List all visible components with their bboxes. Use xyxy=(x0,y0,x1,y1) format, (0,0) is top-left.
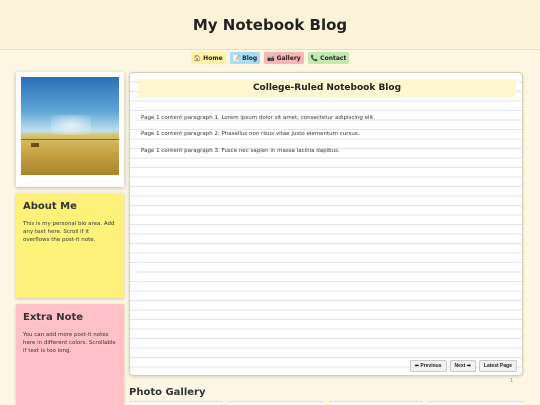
gallery-strip xyxy=(129,401,523,405)
about-me-note[interactable]: About Me This is my personal bio area. A… xyxy=(16,193,124,298)
site-header: My Notebook Blog xyxy=(0,0,540,50)
next-page-button[interactable]: Next ➡ xyxy=(449,360,476,372)
site-title: My Notebook Blog xyxy=(192,16,348,34)
notebook-paragraph: Page 1 content paragraph 3. Fusce nec sa… xyxy=(141,148,340,154)
photo-horizon xyxy=(21,139,119,140)
profile-photo xyxy=(21,77,119,175)
nav-blog-label: Blog xyxy=(242,54,258,62)
gallery-thumb[interactable] xyxy=(229,401,323,405)
notebook-page[interactable]: College-Ruled Notebook Blog ‿ Page 1 con… xyxy=(129,72,523,376)
nav-home-label: Home xyxy=(203,54,223,62)
gallery-thumb[interactable] xyxy=(329,401,423,405)
phone-icon: 📞 xyxy=(310,54,319,62)
memo-icon: 📝 xyxy=(232,54,241,62)
gallery-heading: Photo Gallery xyxy=(129,387,206,398)
nav-blog-link[interactable]: 📝 Blog xyxy=(229,52,261,64)
nav-contact-label: Contact xyxy=(320,54,347,62)
notebook-paragraph: Page 1 content paragraph 1. Lorem ipsum … xyxy=(141,115,375,121)
photo-tractor xyxy=(31,143,39,147)
latest-page-button[interactable]: Latest Page xyxy=(478,360,517,372)
nav-contact-link[interactable]: 📞 Contact xyxy=(307,52,350,64)
extra-note[interactable]: Extra Note You can add more post-it note… xyxy=(16,304,124,405)
nav-gallery-link[interactable]: 📷 Gallery xyxy=(264,52,304,64)
page-number: 1 xyxy=(510,378,514,384)
main-nav: 🏠 Home 📝 Blog 📷 Gallery 📞 Contact xyxy=(0,52,540,66)
margin-mark: ‿ xyxy=(139,103,143,108)
home-icon: 🏠 xyxy=(193,54,202,62)
photo-sun-glow xyxy=(51,115,91,135)
notebook-paragraph: Page 1 content paragraph 2. Phasellus no… xyxy=(141,131,360,137)
pagination: ⬅ Previous Next ➡ Latest Page xyxy=(409,360,517,372)
previous-page-button[interactable]: ⬅ Previous xyxy=(409,360,447,372)
notebook-title: College-Ruled Notebook Blog xyxy=(138,79,516,97)
about-me-title: About Me xyxy=(23,201,77,212)
extra-note-text: You can add more post-it notes here in d… xyxy=(23,332,116,354)
gallery-thumb[interactable] xyxy=(129,401,223,405)
camera-icon: 📷 xyxy=(267,54,275,62)
nav-gallery-label: Gallery xyxy=(276,54,301,62)
profile-photo-card xyxy=(16,72,124,187)
about-me-text: This is my personal bio area. Add any te… xyxy=(23,221,115,243)
nav-home-link[interactable]: 🏠 Home xyxy=(190,52,226,64)
gallery-thumb[interactable] xyxy=(429,401,523,405)
extra-note-title: Extra Note xyxy=(23,312,84,323)
